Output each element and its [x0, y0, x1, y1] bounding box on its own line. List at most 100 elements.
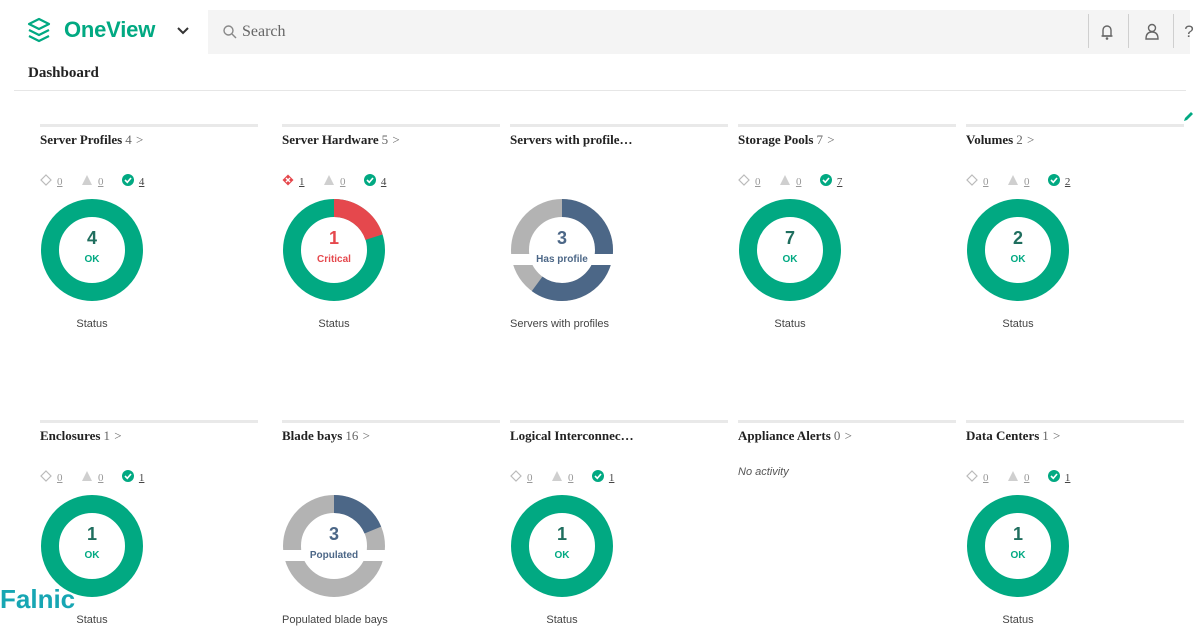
search-input[interactable]	[242, 20, 842, 44]
status-donut[interactable]: 2 OK	[966, 198, 1070, 302]
unknown-status-icon	[510, 470, 522, 482]
warning-count[interactable]: 0	[323, 172, 345, 190]
donut-caption: Servers with profiles	[510, 318, 610, 330]
ok-count-value: 4	[138, 176, 145, 188]
panel-count: 1	[1042, 428, 1049, 443]
panel-title-link[interactable]: Logical Interconnec…	[510, 428, 634, 444]
panel-title: Storage Pools	[738, 132, 814, 147]
donut-label: OK	[1010, 254, 1026, 265]
ok-status-icon	[121, 174, 134, 186]
ok-count[interactable]: 1	[121, 468, 145, 486]
critical-count-value: 1	[299, 176, 305, 188]
panel-title-link[interactable]: Volumes 2 >	[966, 132, 1034, 148]
app-title[interactable]: OneView	[64, 17, 155, 43]
warning-count[interactable]: 0	[1007, 172, 1030, 190]
panel-title-link[interactable]: Server Hardware 5 >	[282, 132, 400, 148]
panel-divider	[738, 124, 956, 127]
donut-caption: Status	[546, 614, 578, 626]
warning-count[interactable]: 0	[81, 468, 103, 486]
oneview-logo-icon	[27, 17, 51, 43]
panel-arrow: >	[1053, 428, 1061, 443]
status-donut[interactable]: 1 Critical	[282, 198, 386, 302]
panel-title-link[interactable]: Appliance Alerts 0 >	[738, 428, 852, 444]
unknown-count[interactable]: 0	[738, 172, 761, 190]
ok-count[interactable]: 7	[819, 172, 842, 190]
unknown-count-value: 0	[755, 176, 761, 188]
status-counts: 0 0 1	[966, 468, 1084, 484]
logical-interconnects-panel: Logical Interconnec… 0 0 1 1 OK Status	[510, 420, 728, 626]
status-donut[interactable]: 7 OK	[738, 198, 842, 302]
warning-status-icon	[81, 471, 92, 481]
status-donut[interactable]: 4 OK	[40, 198, 144, 302]
unknown-count-value: 0	[983, 472, 989, 484]
panel-title-link[interactable]: Server Profiles 4 >	[40, 132, 143, 148]
warning-count[interactable]: 0	[779, 172, 801, 190]
user-account-icon[interactable]	[1142, 21, 1162, 43]
app-menu-chevron-down-icon[interactable]	[176, 26, 190, 36]
ok-count[interactable]: 4	[363, 172, 387, 190]
donut-caption: Status	[318, 318, 350, 330]
panel-title-link[interactable]: Storage Pools 7 >	[738, 132, 835, 148]
unknown-count[interactable]: 0	[40, 468, 63, 486]
status-donut[interactable]: 1 OK	[40, 494, 144, 598]
panel-title: Appliance Alerts	[738, 428, 831, 443]
unknown-count[interactable]: 0	[510, 468, 533, 486]
unknown-count-value: 0	[57, 472, 63, 484]
panel-count: 0	[833, 428, 841, 443]
warning-count[interactable]: 0	[1007, 468, 1029, 486]
critical-count[interactable]: 1	[282, 172, 305, 190]
panel-title-link[interactable]: Data Centers 1 >	[966, 428, 1060, 444]
blade-bays-donut[interactable]: 3 Populated	[282, 494, 386, 598]
panel-count: 5	[381, 132, 389, 147]
donut-caption: Populated blade bays	[282, 614, 388, 626]
panel-title: Server Hardware	[282, 132, 379, 147]
panel-title-link[interactable]: Servers with profile…	[510, 132, 633, 148]
ok-ring	[739, 199, 841, 301]
warning-status-icon	[81, 175, 92, 185]
panel-divider	[282, 420, 500, 423]
panel-title-link[interactable]: Enclosures 1 >	[40, 428, 122, 444]
profiles-donut[interactable]: 3 Has profile	[510, 198, 614, 302]
unknown-count[interactable]: 0	[966, 172, 989, 190]
donut-value: 2	[1012, 228, 1023, 248]
panel-title-link[interactable]: Blade bays 16 >	[282, 428, 370, 444]
donut-caption: Status	[1002, 614, 1034, 626]
panel-title: Blade bays	[282, 428, 343, 443]
panel-divider	[510, 124, 728, 127]
status-counts: 0 0 2	[966, 172, 1084, 188]
donut-value: 7	[784, 228, 795, 248]
ok-count[interactable]: 4	[121, 172, 145, 190]
status-donut[interactable]: 1 OK	[966, 494, 1070, 598]
donut-caption: Status	[1002, 318, 1034, 330]
help-icon[interactable]: ?	[1182, 21, 1196, 43]
panel-arrow: >	[1026, 132, 1035, 147]
donut-caption: Status	[774, 318, 806, 330]
search-bar[interactable]	[208, 10, 1190, 54]
ok-count-value: 1	[608, 472, 615, 484]
status-counts: 0 0 1	[40, 468, 158, 484]
notifications-bell-icon[interactable]	[1097, 21, 1117, 43]
warning-count[interactable]: 0	[551, 468, 573, 486]
panel-arrow: >	[392, 132, 400, 147]
ok-count-value: 4	[380, 176, 387, 188]
status-donut[interactable]: 1 OK	[510, 494, 614, 598]
ok-ring	[41, 199, 143, 301]
warning-count-value: 0	[1023, 176, 1030, 188]
panel-divider	[282, 124, 500, 127]
warning-count[interactable]: 0	[81, 172, 103, 190]
ok-count[interactable]: 2	[1047, 172, 1070, 190]
ok-status-icon	[1047, 174, 1060, 186]
critical-status-icon	[282, 174, 294, 186]
donut-caption: Status	[76, 614, 108, 626]
panel-count: 4	[125, 132, 132, 147]
ok-count-value: 1	[138, 472, 145, 484]
panel-arrow: >	[362, 428, 370, 443]
ok-count[interactable]: 1	[1047, 468, 1070, 486]
unknown-count[interactable]: 0	[40, 172, 63, 190]
edit-pencil-icon[interactable]	[1181, 110, 1195, 124]
ok-count[interactable]: 1	[591, 468, 615, 486]
donut-value: 3	[328, 524, 339, 544]
storage-pools-panel: Storage Pools 7 > 0 0 7 7 OK Status	[738, 124, 956, 354]
ok-status-icon	[591, 470, 604, 482]
unknown-count[interactable]: 0	[966, 468, 989, 486]
